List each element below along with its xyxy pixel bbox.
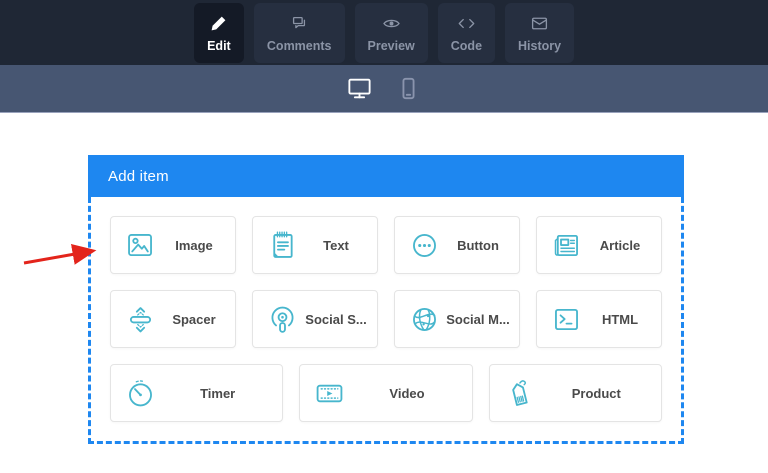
html-icon: [550, 303, 583, 336]
item-product[interactable]: Product: [488, 364, 662, 422]
spacer-icon: [124, 303, 157, 336]
timer-icon: [124, 377, 157, 410]
video-icon: [313, 377, 346, 410]
preview-button[interactable]: Preview: [354, 2, 428, 63]
add-item-title: Add item: [108, 167, 169, 185]
item-label: Image: [175, 237, 213, 253]
item-text[interactable]: Text: [252, 216, 378, 274]
edit-button-label: Edit: [207, 38, 231, 53]
item-label: Article: [599, 237, 641, 253]
device-mode-bar: [0, 65, 768, 113]
item-image[interactable]: Image: [110, 216, 236, 274]
add-item-panel: Add item Image Text Button Article Space…: [88, 155, 684, 444]
text-icon: [266, 229, 299, 262]
desktop-view-button[interactable]: [346, 75, 373, 102]
comments-button-label: Comments: [266, 38, 332, 53]
image-icon: [124, 229, 157, 262]
preview-button-label: Preview: [367, 38, 415, 53]
add-item-body: Image Text Button Article Spacer Social …: [88, 197, 684, 444]
social-share-icon: [266, 303, 299, 336]
item-article[interactable]: Article: [536, 216, 662, 274]
eye-icon: [381, 13, 402, 34]
item-label: Timer: [200, 385, 236, 401]
item-label: Text: [323, 237, 349, 253]
product-icon: [503, 377, 536, 410]
editor-toolbar: Edit Comments Preview Code History: [0, 0, 768, 65]
history-button[interactable]: History: [505, 2, 575, 63]
code-icon: [456, 13, 477, 34]
desktop-icon: [346, 75, 373, 102]
item-grid-row-3: Timer Video Product: [110, 364, 662, 422]
item-grid-rows-1-2: Image Text Button Article Spacer Social …: [110, 216, 662, 348]
comments-icon: [289, 13, 310, 34]
item-social-share[interactable]: Social S...: [252, 290, 378, 348]
item-spacer[interactable]: Spacer: [110, 290, 236, 348]
add-item-header: Add item: [88, 155, 684, 197]
item-label: Social S...: [305, 311, 367, 327]
code-button-label: Code: [450, 38, 483, 53]
item-label: Social M...: [446, 311, 510, 327]
article-icon: [550, 229, 583, 262]
history-button-label: History: [518, 38, 562, 53]
code-button[interactable]: Code: [437, 2, 496, 63]
item-label: Spacer: [172, 311, 216, 327]
item-video[interactable]: Video: [299, 364, 473, 422]
item-timer[interactable]: Timer: [110, 364, 284, 422]
edit-button[interactable]: Edit: [193, 2, 244, 63]
history-icon: [529, 13, 550, 34]
item-html[interactable]: HTML: [536, 290, 662, 348]
item-label: Button: [457, 237, 499, 253]
item-label: Video: [389, 385, 425, 401]
comments-button[interactable]: Comments: [253, 2, 345, 63]
pencil-icon: [208, 13, 229, 34]
social-media-icon: [408, 303, 441, 336]
email-editor-screen: { "colors": { "toolbar_bg": "#1f2735", "…: [0, 0, 768, 473]
item-label: Product: [571, 385, 621, 401]
item-label: HTML: [601, 311, 639, 327]
editor-canvas: Add item Image Text Button Article Space…: [0, 155, 768, 444]
mobile-icon: [395, 75, 422, 102]
item-button[interactable]: Button: [394, 216, 520, 274]
button-icon: [408, 229, 441, 262]
item-social-media[interactable]: Social M...: [394, 290, 520, 348]
mobile-view-button[interactable]: [395, 75, 422, 102]
